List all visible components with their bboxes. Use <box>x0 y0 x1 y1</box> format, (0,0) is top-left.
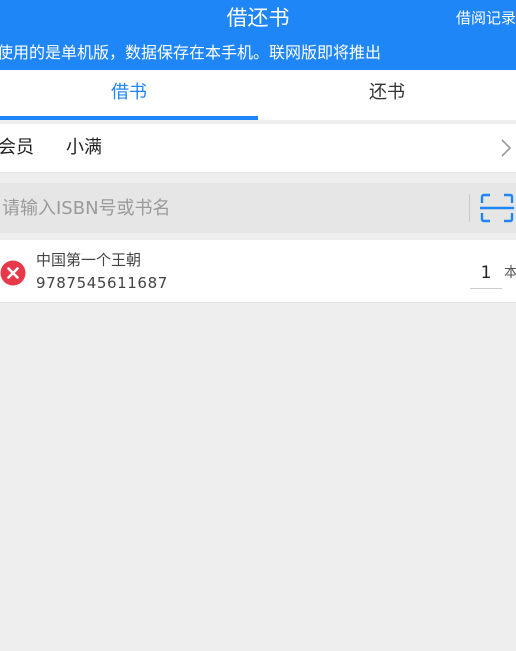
chevron-right-icon <box>501 139 512 157</box>
borrow-history-link[interactable]: 借阅记录 <box>456 7 516 29</box>
quantity-field[interactable]: 1 <box>470 260 502 289</box>
tab-active-indicator <box>0 116 258 120</box>
scan-icon[interactable] <box>479 193 515 223</box>
member-selector[interactable]: 会员 小满 <box>0 124 516 173</box>
offline-notice: 使用的是单机版，数据保存在本手机。联网版即将推出 <box>0 43 382 62</box>
delete-icon[interactable] <box>0 260 26 286</box>
search-divider <box>469 194 470 222</box>
search-bar <box>0 183 516 233</box>
list-item: 中国第一个王朝 9787545611687 1 本 <box>0 240 516 303</box>
book-title: 中国第一个王朝 <box>36 251 142 269</box>
member-label: 会员 <box>0 137 34 158</box>
tab-borrow[interactable]: 借书 <box>0 70 258 120</box>
book-isbn: 9787545611687 <box>36 274 168 292</box>
tab-return[interactable]: 还书 <box>258 70 516 120</box>
page-title: 借还书 <box>226 6 290 30</box>
tab-bar: 借书 还书 <box>0 70 516 120</box>
member-name: 小满 <box>66 137 102 158</box>
search-input[interactable] <box>0 183 460 233</box>
quantity-unit: 本 <box>504 265 516 281</box>
app-header: 借还书 借阅记录 使用的是单机版，数据保存在本手机。联网版即将推出 <box>0 0 516 70</box>
